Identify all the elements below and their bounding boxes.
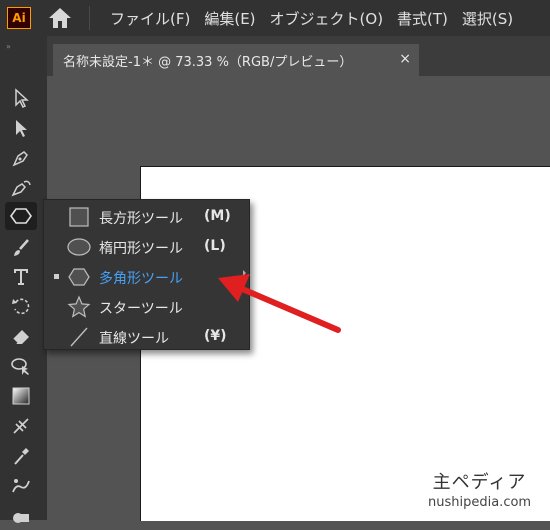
gradient-tool[interactable] [5,382,37,410]
watermark-url: nushipedia.com [428,495,532,510]
mesh-tool-icon [13,418,29,434]
flyout-item-label: 長方形ツール [99,211,183,227]
flyout-item-rectangle-tool[interactable]: 長方形ツール (M) [44,202,249,232]
rotate-tool[interactable] [5,292,37,320]
home-button[interactable] [46,6,74,30]
gradient-tool-icon [12,387,30,405]
panel-collapse-grip[interactable]: » [6,42,11,51]
document-tab-bar: 名称未設定-1＊ @ 73.33 %（RGB/プレビュー） × [47,36,550,76]
menu-file[interactable]: ファイル(F) [110,8,190,29]
line-icon [70,327,88,347]
eyedropper-tool-icon [14,448,29,465]
star-icon [67,295,91,318]
curvature-tool[interactable] [5,174,37,202]
flyout-item-shortcut: (M) [204,208,231,224]
flyout-item-label: 直線ツール [99,331,169,347]
shape-builder-tool-icon [13,513,29,523]
menu-type[interactable]: 書式(T) [397,8,448,29]
type-tool-icon [14,269,28,285]
polygon-tool-icon [10,208,32,224]
direct-selection-tool[interactable] [5,114,37,142]
selected-bullet-icon [54,274,59,279]
annotation-arrow-icon [218,274,341,333]
flyout-item-shortcut: (L) [204,238,226,254]
paintbrush-tool[interactable] [5,234,37,262]
main-menu: ファイル(F) 編集(E) オブジェクト(O) 書式(T) 選択(S) [110,0,527,36]
document-tab[interactable]: 名称未設定-1＊ @ 73.33 %（RGB/プレビュー） × [53,44,419,76]
eraser-tool-icon [12,330,29,344]
flyout-item-label: 多角形ツール [99,271,183,287]
lasso-tool[interactable] [5,352,37,380]
ellipse-icon [67,238,91,256]
menu-object[interactable]: オブジェクト(O) [270,8,384,29]
curvature-tool-icon [11,180,31,197]
shape-builder-tool[interactable] [5,502,37,530]
menu-bar: Ai ファイル(F) 編集(E) オブジェクト(O) 書式(T) 選択(S) [0,0,550,36]
pen-tool-icon [12,151,28,167]
polygon-tool[interactable] [5,202,37,230]
lasso-tool-icon [11,358,29,375]
symbol-sprayer-tool-icon [12,479,30,493]
eraser-tool[interactable] [5,322,37,350]
tools-panel: » [0,36,47,523]
selection-tool-icon [15,88,29,108]
rectangle-icon [69,207,89,227]
symbol-sprayer-tool[interactable] [5,472,37,500]
direct-selection-tool-icon [16,120,27,137]
home-icon [49,8,71,28]
mesh-tool[interactable] [5,412,37,440]
document-tab-title: 名称未設定-1＊ @ 73.33 %（RGB/プレビュー） [63,54,353,70]
type-tool[interactable] [5,262,37,290]
menu-select[interactable]: 選択(S) [462,8,513,29]
menu-edit[interactable]: 編集(E) [204,8,255,29]
pen-tool[interactable] [5,144,37,172]
flyout-item-ellipse-tool[interactable]: 楕円形ツール (L) [44,232,249,262]
flyout-item-label: 楕円形ツール [99,241,183,257]
illustrator-logo[interactable]: Ai [7,7,31,29]
close-icon[interactable]: × [399,51,411,67]
watermark-title: 主ペディア [432,472,527,493]
menubar-divider [89,6,90,30]
flyout-item-label: スターツール [99,301,183,317]
paintbrush-tool-icon [14,239,29,256]
rotate-tool-icon [12,298,30,315]
polygon-icon [68,268,90,286]
eyedropper-tool[interactable] [5,442,37,470]
selection-tool[interactable] [5,84,37,112]
watermark: 主ペディア nushipedia.com [428,468,531,510]
